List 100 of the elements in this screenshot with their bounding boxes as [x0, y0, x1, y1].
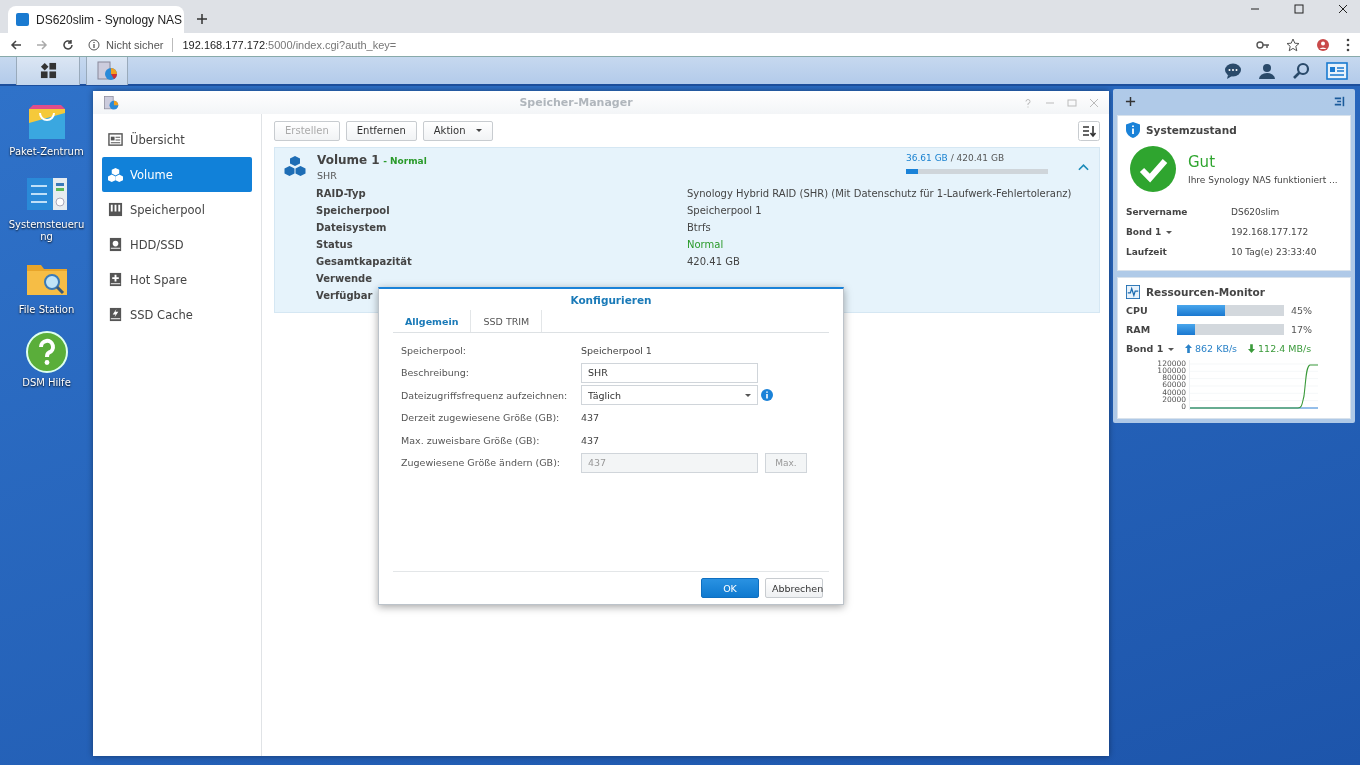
desktop-icon-label[interactable]: Systemsteuerung: [6, 219, 87, 243]
toolbar-button[interactable]: Aktion: [422, 120, 493, 141]
meter-reading: 45%: [1291, 305, 1313, 316]
sidebar-item[interactable]: Übersicht: [102, 122, 252, 157]
meter-label: RAM: [1126, 324, 1152, 335]
field-label: Beschreibung:: [401, 367, 471, 379]
detail-value: Btrfs: [687, 222, 711, 233]
frequency-dropdown[interactable]: Täglich: [581, 385, 758, 406]
dialog-button[interactable]: OK: [701, 578, 759, 598]
download-speed: 112.4 MB/s: [1258, 342, 1312, 354]
toolbar-button[interactable]: Entfernen: [345, 120, 417, 141]
info-icon[interactable]: [761, 389, 773, 402]
checkmark-icon: [1130, 146, 1176, 192]
dialog-tab[interactable]: SSD TRIM: [471, 310, 543, 332]
volume-status: - Normal: [383, 156, 427, 166]
new-tab-icon[interactable]: [196, 13, 208, 25]
download-arrow-icon: [1248, 343, 1256, 353]
collapse-panel-icon[interactable]: [1334, 95, 1345, 107]
upload-arrow-icon: [1185, 343, 1192, 353]
detail-value: Synology Hybrid RAID (SHR) (Mit Datenschutz für 1-Laufwerk-Fehlertoleranz): [687, 188, 1072, 199]
desktop-icon-label[interactable]: File Station: [6, 304, 87, 316]
user-icon[interactable]: [1258, 61, 1276, 80]
detail-label: Gesamtkapazität: [316, 256, 413, 267]
health-status: Gut: [1188, 153, 1216, 171]
detail-label: Dateisystem: [316, 222, 388, 233]
field-label: Dateizugriffsfrequenz aufzeichnen:: [401, 389, 569, 401]
field-value: 437: [581, 412, 600, 424]
info-label: Laufzeit: [1126, 247, 1168, 257]
help-icon[interactable]: [24, 330, 69, 374]
widget-title: Ressourcen-Monitor: [1146, 286, 1265, 298]
desktop-icon-label[interactable]: Paket-Zentrum: [6, 146, 87, 158]
chevron-icon[interactable]: [1078, 163, 1089, 171]
browser-tab[interactable]: DS620slim - Synology NAS: [8, 6, 184, 33]
grid-icon: [39, 62, 57, 79]
dialog-title: Konfigurieren: [569, 293, 653, 308]
storage-manager-taskbar-button[interactable]: [86, 56, 128, 85]
detail-label: Speicherpool: [316, 205, 391, 216]
used-size: 36.61 GB: [906, 153, 948, 163]
info-value: 192.168.177.172: [1231, 227, 1309, 237]
spare-icon: [108, 272, 123, 287]
detail-label: Status: [316, 239, 354, 250]
info-value: DS620slim: [1231, 207, 1280, 217]
widget-title: Systemzustand: [1146, 124, 1237, 136]
detail-value: Speicherpool 1: [687, 205, 762, 216]
window-title: Speicher-Manager: [518, 96, 634, 109]
menu-icon[interactable]: [1346, 37, 1350, 52]
info-icon[interactable]: [88, 38, 100, 51]
health-message: Ihre Synology NAS funktioniert ...: [1188, 175, 1338, 185]
main-menu-button[interactable]: [16, 56, 80, 85]
add-icon[interactable]: [1125, 95, 1136, 107]
field-label: Speicherpool:: [401, 344, 468, 356]
field-label: Derzeit zugewiesene Größe (GB):: [401, 412, 561, 424]
detail-label: Verwende: [316, 273, 373, 284]
volume-type: SHR: [317, 170, 338, 181]
info-label[interactable]: Bond 1: [1126, 227, 1231, 237]
star-icon[interactable]: [1286, 37, 1300, 52]
volume-card[interactable]: [274, 147, 1100, 313]
detail-label: RAID-Typ: [316, 188, 367, 199]
info-label: Servername: [1126, 207, 1189, 217]
volume-name: Volume 1: [317, 153, 380, 167]
detail-value: Normal: [687, 239, 724, 250]
dialog-button[interactable]: Abbrechen: [765, 578, 823, 598]
close-icon[interactable]: [1338, 4, 1348, 14]
info-value: 10 Tag(e) 23:33:40: [1231, 247, 1317, 257]
volume-icon: [108, 167, 123, 182]
sidebar-item[interactable]: Volume: [102, 157, 252, 192]
dialog-tab[interactable]: Allgemein: [393, 310, 472, 332]
sort-icon[interactable]: [1078, 120, 1100, 141]
overview-icon: [108, 132, 123, 147]
widgets-icon[interactable]: [1326, 61, 1348, 80]
sidebar-item[interactable]: SSD Cache: [102, 297, 252, 332]
chat-icon[interactable]: [1224, 61, 1242, 80]
pulse-monitor-icon: [1126, 284, 1140, 300]
detail-value: 420.41 GB: [687, 256, 740, 267]
pool-icon: [108, 202, 123, 217]
field-label: Max. zuweisbare Größe (GB):: [401, 434, 541, 446]
total-size: / 420.41 GB: [950, 153, 1005, 163]
account-icon[interactable]: [1316, 37, 1330, 52]
upload-speed: 862 KB/s: [1195, 342, 1238, 354]
description-field[interactable]: SHR: [581, 362, 758, 383]
sidebar-item[interactable]: HDD/SSD: [102, 227, 252, 262]
meter-reading: 17%: [1291, 324, 1313, 335]
reload-icon[interactable]: [62, 38, 74, 51]
search-icon[interactable]: [1292, 61, 1310, 80]
cache-icon: [108, 307, 123, 322]
app-icon: [103, 94, 119, 111]
favicon-icon: [16, 13, 29, 26]
sidebar-item[interactable]: Hot Spare: [102, 262, 252, 297]
back-icon[interactable]: [10, 38, 22, 51]
sidebar-item[interactable]: Speicherpool: [102, 192, 252, 227]
meter-label: CPU: [1126, 305, 1149, 316]
cubes-icon: [283, 155, 307, 179]
field-value: 437: [581, 434, 600, 446]
storage-app-icon: [96, 59, 118, 82]
field-value: Speicherpool 1: [581, 344, 652, 356]
desktop-icon-label[interactable]: DSM Hilfe: [6, 377, 87, 389]
shield-info-icon: [1126, 122, 1140, 138]
field-label: Zugewiesene Größe ändern (GB):: [401, 457, 562, 469]
maximize-icon[interactable]: [1294, 4, 1304, 14]
network-selector[interactable]: Bond 1: [1126, 342, 1182, 354]
